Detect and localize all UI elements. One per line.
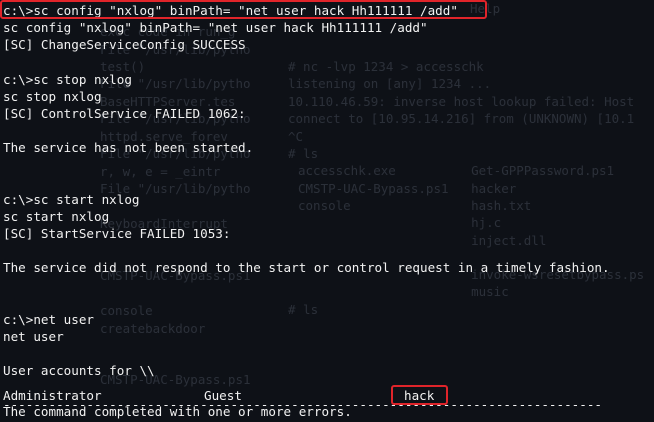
terminal-line: sc start nxlog <box>3 208 110 224</box>
terminal-line: net user <box>3 328 64 344</box>
terminal-line: The service has not been started. <box>3 140 254 156</box>
user-account-guest: Guest <box>204 388 242 403</box>
user-account-administrator: Administrator <box>3 388 102 403</box>
terminal-line: c:\>sc start nxlog <box>3 191 140 207</box>
terminal-line: [SC] ControlService FAILED 1062: <box>3 105 246 121</box>
terminal-line: c:\>sc stop nxlog <box>3 71 132 87</box>
terminal-line: sc config "nxlog" binPath= "net user hac… <box>3 20 428 36</box>
command-result-message: The command completed with one or more e… <box>3 404 352 419</box>
terminal-line: c:\>net user <box>3 311 94 327</box>
terminal-line: User accounts for \\ <box>3 362 155 378</box>
terminal-line: The service did not respond to the start… <box>3 260 610 276</box>
hack-user-highlight-box <box>391 385 448 405</box>
terminal-line: [SC] ChangeServiceConfig SUCCESS <box>3 37 246 53</box>
command-highlight-box <box>0 0 487 19</box>
terminal-window[interactable]: Help exec code in run_g File "/usr/lib/pyt… <box>0 0 654 422</box>
terminal-line: sc stop nxlog <box>3 88 102 104</box>
terminal-output[interactable]: c:\>sc config "nxlog" binPath= "net user… <box>3 2 651 413</box>
terminal-line: [SC] StartService FAILED 1053: <box>3 225 231 241</box>
